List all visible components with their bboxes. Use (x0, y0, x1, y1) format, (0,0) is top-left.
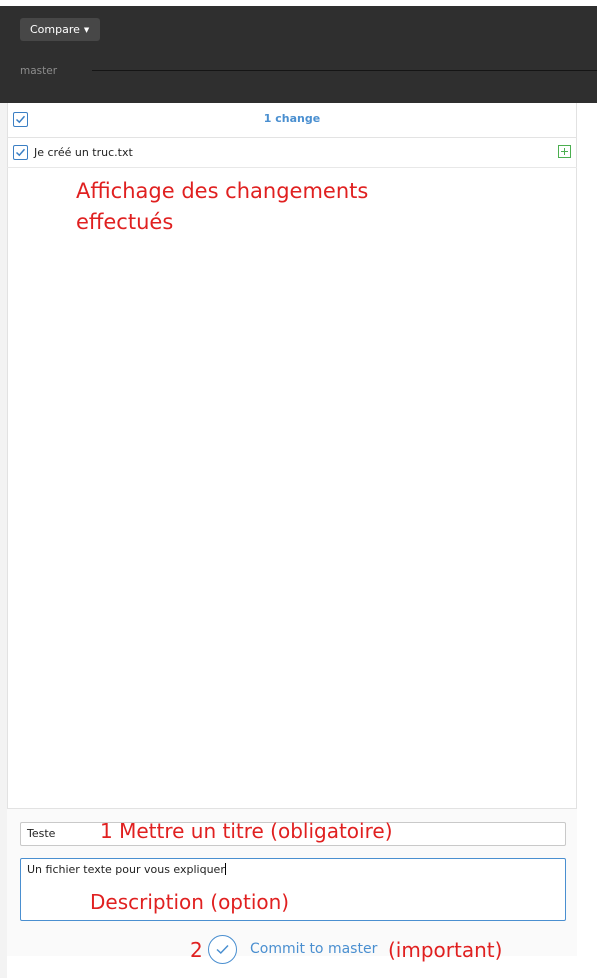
caret-down-icon: ▼ (83, 26, 90, 34)
description-text: Un fichier texte pour vous expliquer (27, 863, 225, 876)
branch-graph-line (92, 70, 597, 71)
file-name: Je créé un truc.txt (34, 146, 133, 159)
annotation-description-hint: Description (option) (90, 890, 290, 914)
text-cursor (224, 863, 226, 875)
file-checkbox[interactable] (13, 145, 28, 160)
commit-button[interactable]: Commit to master (250, 941, 377, 957)
compare-label: Compare (30, 23, 80, 36)
branch-label: master (20, 65, 58, 77)
check-circle-icon[interactable] (208, 935, 237, 964)
right-gutter (577, 103, 597, 978)
compare-button[interactable]: Compare ▼ (20, 18, 100, 41)
check-icon (216, 944, 229, 955)
compare-toolbar: Compare ▼ master (0, 6, 597, 103)
plus-square-icon (558, 145, 571, 158)
annotation-step-number: 2 (190, 938, 203, 962)
change-count: 1 change (263, 112, 321, 125)
check-icon (15, 148, 26, 157)
left-gutter (0, 103, 7, 978)
annotation-important: (important) (388, 938, 503, 962)
file-row[interactable]: Je créé un truc.txt (7, 138, 577, 168)
annotation-changes-area: Affichage des changements effectués (76, 179, 369, 234)
changes-header: 1 change (7, 103, 577, 138)
annotation-title-hint: 1 Mettre un titre (obligatoire) (100, 819, 393, 843)
